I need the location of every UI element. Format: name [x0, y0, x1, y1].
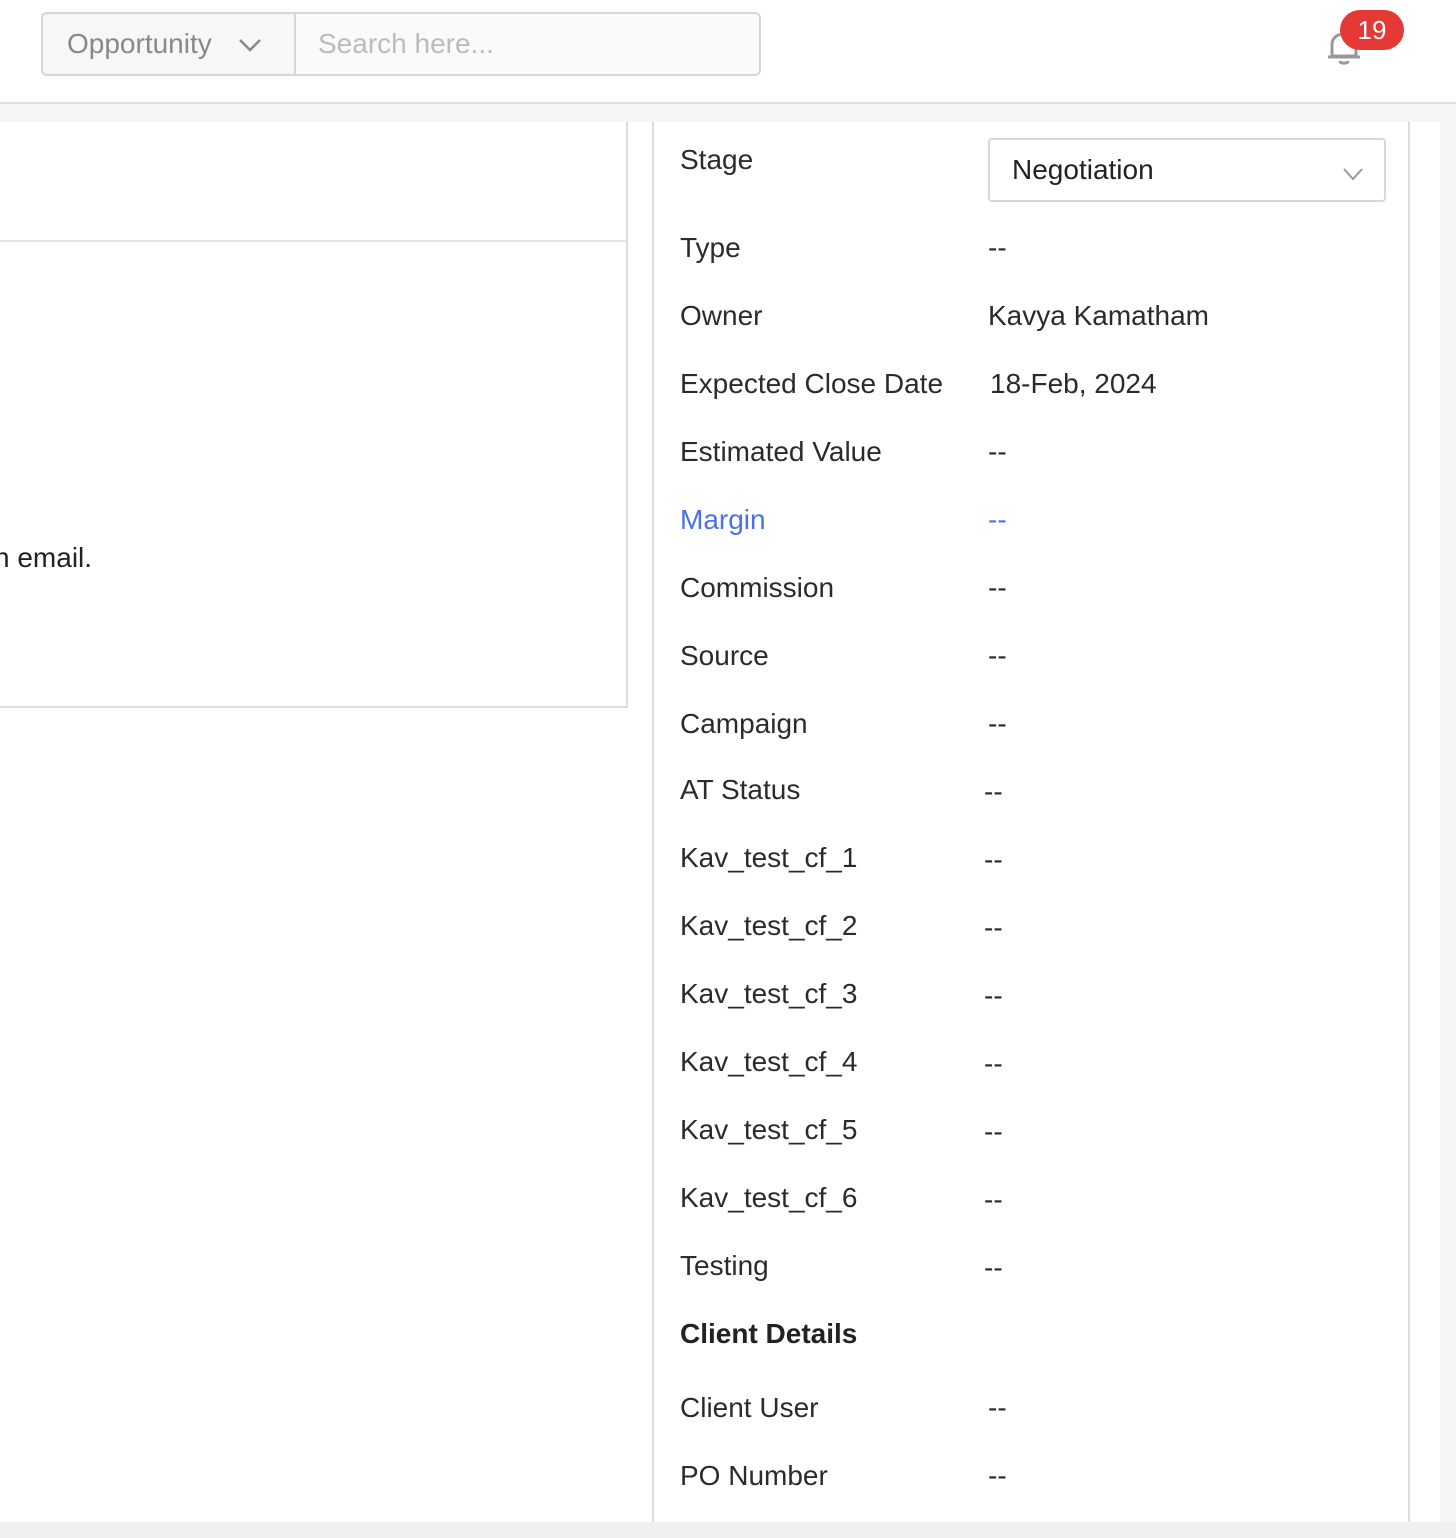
activity-panel: n email.: [0, 122, 628, 708]
global-search: Opportunity: [41, 12, 761, 76]
notification-count-badge: 19: [1340, 10, 1404, 50]
entity-type-select[interactable]: Opportunity: [43, 14, 296, 74]
testing-label: Testing: [680, 1250, 769, 1281]
at-status-value: --: [984, 776, 1003, 807]
kav-test-cf-3-label: Kav_test_cf_3: [680, 978, 858, 1009]
bottom-bar: [0, 1522, 1456, 1538]
main-content: n email. Stage Negotiation Type -- Owner…: [0, 122, 1440, 1522]
stage-value: Negotiation: [1012, 154, 1154, 185]
campaign-label: Campaign: [680, 708, 808, 739]
po-number-label: PO Number: [680, 1460, 828, 1491]
stage-label: Stage: [680, 144, 754, 175]
kav-test-cf-6-value: --: [984, 1184, 1003, 1215]
expected-close-date-value: 18-Feb, 2024: [990, 368, 1157, 399]
owner-label: Owner: [680, 300, 763, 331]
testing-value: --: [984, 1252, 1003, 1283]
chevron-down-icon: [238, 32, 262, 56]
source-value: --: [988, 640, 1007, 671]
type-label: Type: [680, 232, 741, 263]
kav-test-cf-4-value: --: [984, 1048, 1003, 1079]
details-panel: Stage Negotiation Type -- Owner Kavya Ka…: [652, 122, 1410, 1522]
kav-test-cf-3-value: --: [984, 980, 1003, 1011]
kav-test-cf-1-value: --: [984, 844, 1003, 875]
search-input[interactable]: [296, 14, 759, 74]
margin-link[interactable]: Margin: [680, 504, 766, 536]
estimated-value-value: --: [988, 436, 1007, 467]
kav-test-cf-2-value: --: [984, 912, 1003, 943]
client-user-label: Client User: [680, 1392, 819, 1423]
campaign-value: --: [988, 708, 1007, 739]
top-bar: Opportunity 19: [0, 0, 1456, 104]
owner-value: Kavya Kamatham: [988, 300, 1209, 331]
panel-divider: [0, 240, 626, 242]
margin-value[interactable]: --: [988, 504, 1007, 536]
commission-value: --: [988, 572, 1007, 603]
source-label: Source: [680, 640, 769, 671]
activity-text: n email.: [0, 542, 93, 573]
stage-select[interactable]: Negotiation: [988, 138, 1386, 202]
kav-test-cf-4-label: Kav_test_cf_4: [680, 1046, 858, 1077]
client-details-heading: Client Details: [680, 1318, 858, 1349]
client-user-value: --: [988, 1392, 1007, 1423]
kav-test-cf-1-label: Kav_test_cf_1: [680, 842, 858, 873]
chevron-down-icon: [1342, 160, 1364, 192]
kav-test-cf-5-label: Kav_test_cf_5: [680, 1114, 858, 1145]
kav-test-cf-6-label: Kav_test_cf_6: [680, 1182, 858, 1213]
expected-close-date-label: Expected Close Date: [680, 368, 944, 399]
at-status-label: AT Status: [680, 774, 801, 805]
po-number-value: --: [988, 1460, 1007, 1491]
estimated-value-label: Estimated Value: [680, 436, 882, 467]
commission-label: Commission: [680, 572, 835, 603]
kav-test-cf-2-label: Kav_test_cf_2: [680, 910, 858, 941]
type-value: --: [988, 232, 1007, 263]
entity-type-label: Opportunity: [67, 28, 212, 59]
kav-test-cf-5-value: --: [984, 1116, 1003, 1147]
